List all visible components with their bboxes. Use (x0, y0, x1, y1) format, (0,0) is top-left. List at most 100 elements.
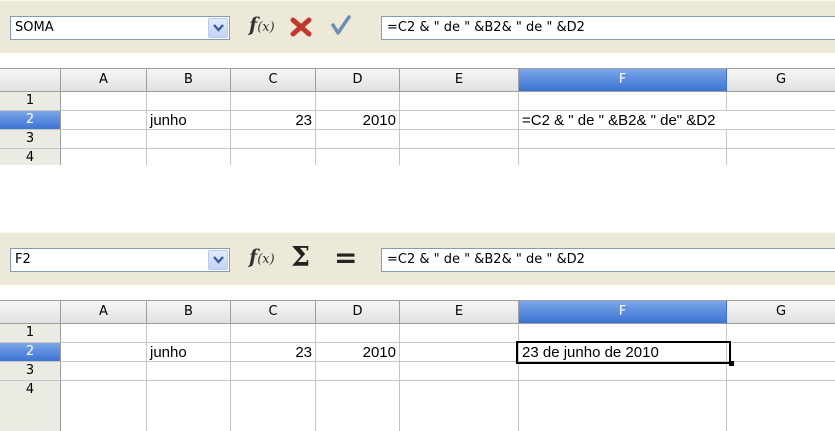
row-header-1[interactable]: 1 (0, 92, 61, 111)
cell-b4[interactable] (147, 381, 231, 431)
col-header-g[interactable]: G (727, 300, 835, 324)
col-header-b[interactable]: B (147, 68, 231, 92)
cell-a3[interactable] (61, 130, 147, 149)
cell-a2[interactable] (61, 343, 147, 362)
cell-g4[interactable] (727, 149, 835, 165)
cell-e3[interactable] (400, 362, 519, 381)
cell-f2-editing-formula[interactable]: =C2 & " de " &B2& " de" &D2 (522, 111, 715, 130)
equals-function-icon[interactable]: = (334, 241, 357, 274)
cell-b3[interactable] (147, 362, 231, 381)
cell-e4[interactable] (400, 381, 519, 431)
col-header-d[interactable]: D (316, 68, 400, 92)
cell-c4[interactable] (231, 149, 316, 165)
name-box-value: F2 (15, 252, 31, 267)
cell-b2[interactable]: junho (147, 343, 231, 362)
function-wizard-icon[interactable]: f(x) (249, 14, 275, 36)
cell-c4[interactable] (231, 381, 316, 431)
cell-c1[interactable] (231, 324, 316, 343)
cell-f3[interactable] (519, 362, 727, 381)
cell-d4[interactable] (316, 149, 400, 165)
col-header-c[interactable]: C (231, 68, 316, 92)
cell-d1[interactable] (316, 324, 400, 343)
col-header-f[interactable]: F (519, 300, 727, 324)
row-header-2[interactable]: 2 (0, 111, 61, 130)
cell-e3[interactable] (400, 130, 519, 149)
cell-f4[interactable] (519, 149, 727, 165)
col-header-f[interactable]: F (519, 68, 727, 92)
formula-toolbar: F2 f(x) Σ = =C2 & " de " &B2& " de " &D2 (0, 232, 835, 285)
formula-toolbar: SOMA f(x) =C2 & " de " &B2& " de " &D2 (0, 0, 835, 53)
row-header-3[interactable]: 3 (0, 362, 61, 381)
cell-a4[interactable] (61, 381, 147, 431)
cell-d2[interactable]: 2010 (316, 111, 400, 130)
col-header-a[interactable]: A (61, 68, 147, 92)
select-all-corner[interactable] (0, 300, 61, 324)
cell-c3[interactable] (231, 130, 316, 149)
spreadsheet-result-state: F2 f(x) Σ = =C2 & " de " &B2& " de " &D2… (0, 232, 835, 431)
cell-e1[interactable] (400, 92, 519, 111)
cell-c3[interactable] (231, 362, 316, 381)
cell-e2[interactable] (400, 343, 519, 362)
col-header-g[interactable]: G (727, 68, 835, 92)
cell-a1[interactable] (61, 92, 147, 111)
cell-f1[interactable] (519, 92, 727, 111)
name-box-dropdown-button[interactable] (208, 18, 228, 38)
cell-c1[interactable] (231, 92, 316, 111)
cell-f3[interactable] (519, 130, 727, 149)
row-header-4[interactable]: 4 (0, 149, 61, 165)
cell-a2[interactable] (61, 111, 147, 130)
cell-e1[interactable] (400, 324, 519, 343)
cancel-x-icon[interactable] (290, 17, 312, 41)
cell-b3[interactable] (147, 130, 231, 149)
name-box[interactable]: SOMA (10, 16, 230, 40)
spreadsheet-editing-state: SOMA f(x) =C2 & " de " &B2& " de " &D2 A… (0, 0, 835, 206)
cell-a1[interactable] (61, 324, 147, 343)
cell-cursor (516, 341, 731, 364)
accept-check-icon[interactable] (330, 15, 352, 41)
row-header-1[interactable]: 1 (0, 324, 61, 343)
cell-d2[interactable]: 2010 (316, 343, 400, 362)
cell-a4[interactable] (61, 149, 147, 165)
row-header-3[interactable]: 3 (0, 130, 61, 149)
cell-e4[interactable] (400, 149, 519, 165)
cell-d3[interactable] (316, 130, 400, 149)
cell-a3[interactable] (61, 362, 147, 381)
cell-g2[interactable] (727, 343, 835, 362)
row-header-2[interactable]: 2 (0, 343, 61, 362)
formula-input[interactable]: =C2 & " de " &B2& " de " &D2 (381, 248, 835, 272)
select-all-corner[interactable] (0, 68, 61, 92)
chevron-down-icon (213, 24, 224, 32)
col-header-a[interactable]: A (61, 300, 147, 324)
function-wizard-icon[interactable]: f(x) (249, 246, 275, 268)
cell-d4[interactable] (316, 381, 400, 431)
autofill-handle[interactable] (729, 361, 734, 366)
col-header-e[interactable]: E (400, 68, 519, 92)
chevron-down-icon (213, 256, 224, 264)
sum-sigma-icon[interactable]: Σ (291, 242, 310, 273)
cell-b1[interactable] (147, 324, 231, 343)
cell-g3[interactable] (727, 362, 835, 381)
col-header-e[interactable]: E (400, 300, 519, 324)
cell-e2[interactable] (400, 111, 519, 130)
cell-b1[interactable] (147, 92, 231, 111)
col-header-b[interactable]: B (147, 300, 231, 324)
cell-d1[interactable] (316, 92, 400, 111)
cell-b2[interactable]: junho (147, 111, 231, 130)
cell-g1[interactable] (727, 92, 835, 111)
row-header-4[interactable]: 4 (0, 381, 61, 431)
name-box-dropdown-button[interactable] (208, 250, 228, 270)
cell-g3[interactable] (727, 130, 835, 149)
name-box-value: SOMA (15, 20, 54, 35)
col-header-d[interactable]: D (316, 300, 400, 324)
cell-d3[interactable] (316, 362, 400, 381)
name-box[interactable]: F2 (10, 248, 230, 272)
cell-g4[interactable] (727, 381, 835, 431)
cell-g1[interactable] (727, 324, 835, 343)
cell-f4[interactable] (519, 381, 727, 431)
col-header-c[interactable]: C (231, 300, 316, 324)
formula-input[interactable]: =C2 & " de " &B2& " de " &D2 (381, 16, 835, 40)
cell-c2[interactable]: 23 (231, 111, 316, 130)
cell-g2[interactable] (727, 111, 835, 130)
cell-c2[interactable]: 23 (231, 343, 316, 362)
cell-b4[interactable] (147, 149, 231, 165)
